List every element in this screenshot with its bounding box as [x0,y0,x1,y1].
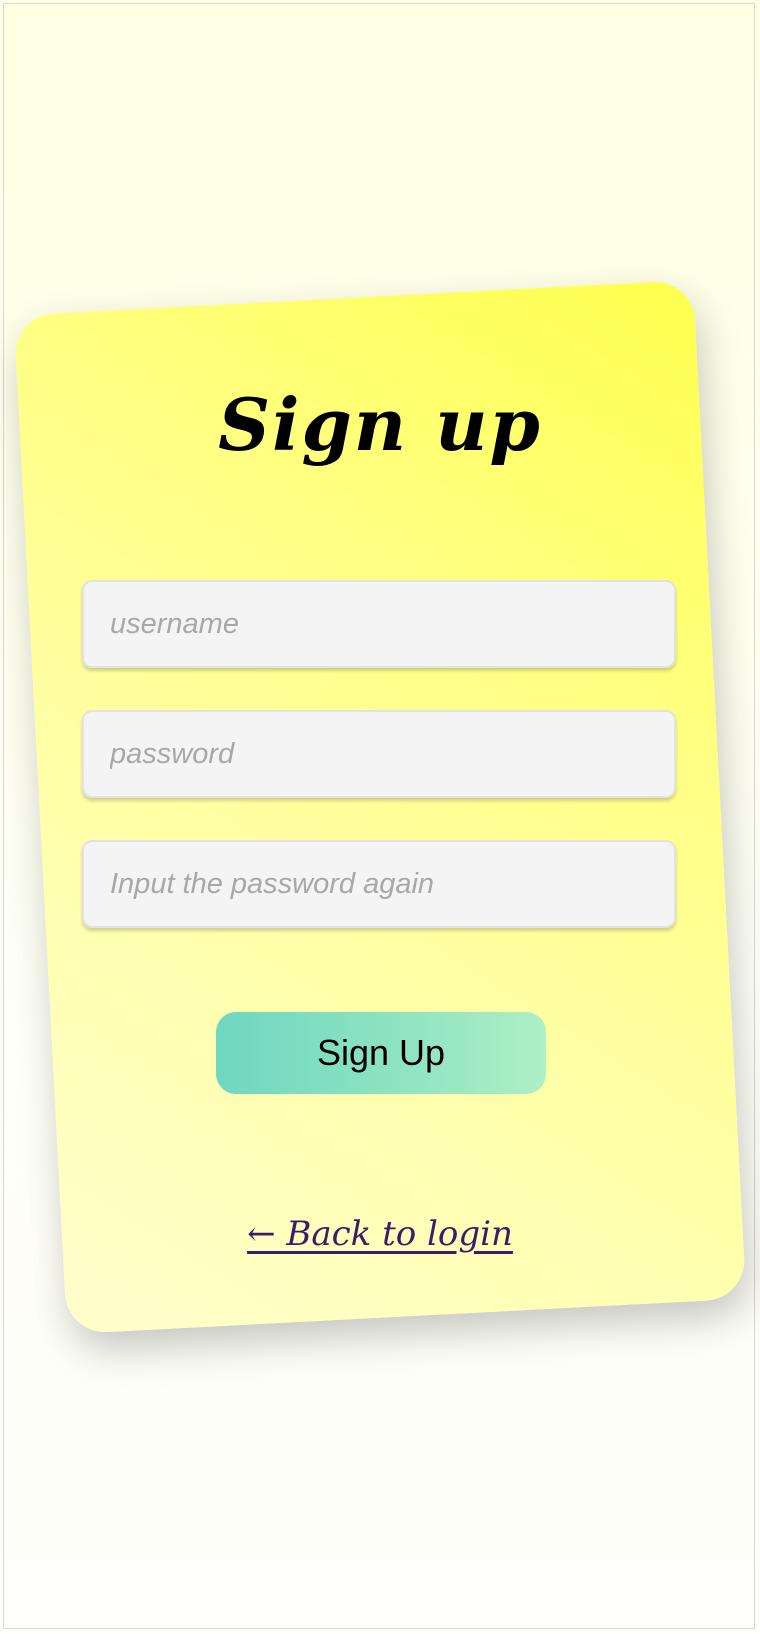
username-input[interactable] [82,580,676,668]
confirm-password-input[interactable] [82,840,676,928]
signup-card-content: Sign up Sign Up ← Back to login [40,297,720,1317]
signup-card: Sign up Sign Up ← Back to login [13,279,747,1335]
back-to-login-link[interactable]: ← Back to login [40,1214,720,1254]
password-input[interactable] [82,710,676,798]
page-title: Sign up [218,382,542,467]
sign-up-button[interactable]: Sign Up [216,1012,546,1094]
